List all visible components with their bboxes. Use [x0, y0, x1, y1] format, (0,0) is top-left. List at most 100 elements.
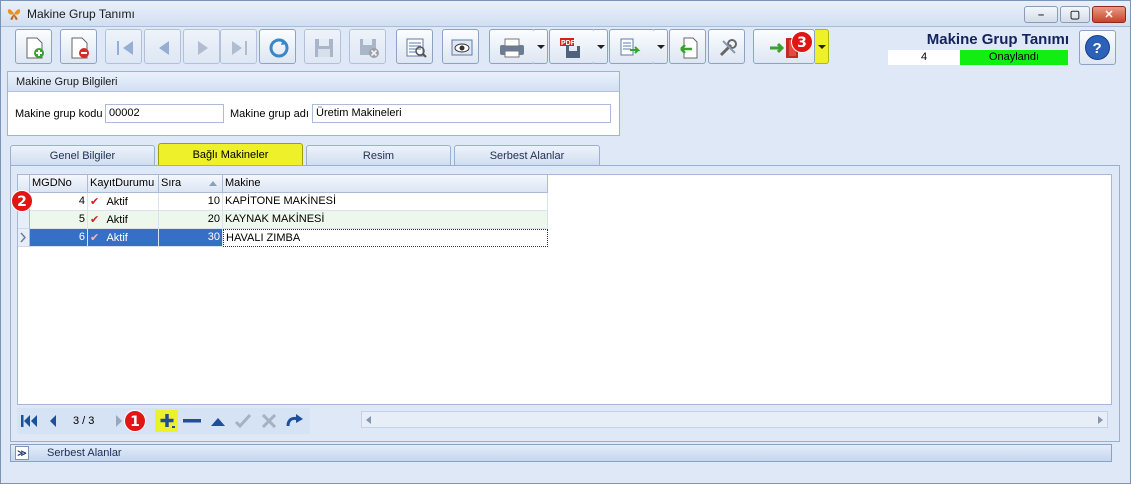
checkmark-icon: ✔	[90, 231, 100, 244]
machine-group-info-panel: Makine Grup Bilgileri Makine grup kodu 0…	[7, 71, 620, 136]
horizontal-scrollbar[interactable]	[361, 411, 1108, 428]
nav-post-button[interactable]	[233, 412, 253, 430]
tab-bagli-makineler[interactable]: Bağlı Makineler	[158, 143, 303, 167]
save-button[interactable]	[304, 29, 341, 64]
group-code-input[interactable]: 00002	[105, 104, 224, 123]
delete-document-icon	[71, 37, 89, 59]
cell-status-text: Aktif	[106, 196, 128, 208]
new-document-icon	[26, 37, 44, 59]
butterfly-icon	[7, 9, 21, 20]
new-record-button[interactable]	[15, 29, 52, 64]
next-record-button[interactable]	[183, 29, 220, 64]
tab-serbest-alanlar[interactable]: Serbest Alanlar	[454, 145, 600, 166]
x-icon	[262, 414, 276, 428]
cancel-save-button[interactable]	[349, 29, 386, 64]
page-indicator: 3 / 3	[73, 415, 95, 427]
serbest-alanlar-section[interactable]: ≫ Serbest Alanlar	[10, 444, 1112, 462]
nav-previous-button[interactable]	[43, 412, 63, 430]
pdf-icon: PDF	[560, 38, 580, 58]
minimize-button[interactable]: –	[1024, 6, 1058, 23]
cell-mgdno: 4	[30, 193, 88, 211]
callout-badge-3: 3	[791, 31, 813, 53]
preview-button[interactable]	[442, 29, 479, 64]
cell-status-text: Aktif	[106, 214, 128, 226]
delete-record-button[interactable]	[60, 29, 97, 64]
first-record-button[interactable]	[105, 29, 142, 64]
callout-badge-2: 2	[11, 190, 33, 212]
group-title: Makine Grup Bilgileri	[8, 72, 619, 92]
print-button[interactable]	[489, 29, 535, 64]
svg-text:PDF: PDF	[561, 40, 576, 47]
column-header-sira-label: Sıra	[161, 177, 182, 189]
tab-resim[interactable]: Resim	[306, 145, 451, 166]
previous-record-button[interactable]	[144, 29, 181, 64]
first-icon	[117, 41, 133, 55]
chevron-right-icon	[20, 232, 27, 243]
minus-icon	[183, 419, 201, 423]
cancel-save-icon	[360, 39, 379, 58]
expand-icon[interactable]: ≫	[15, 446, 29, 460]
maximize-button[interactable]: ▢	[1060, 6, 1090, 23]
scroll-left-icon[interactable]	[366, 416, 371, 424]
import-button[interactable]	[669, 29, 706, 64]
status-badge: Onaylandı	[960, 50, 1068, 65]
plus-icon	[160, 414, 175, 428]
tab-genel-bilgiler[interactable]: Genel Bilgiler	[10, 145, 155, 166]
preview-icon	[451, 39, 473, 56]
group-code-label: Makine grup kodu	[15, 108, 103, 120]
maximize-icon: ▢	[1069, 9, 1081, 21]
table-row[interactable]: 5 ✔ Aktif 20 KAYNAK MAKİNESİ	[18, 211, 548, 229]
table-row-selected[interactable]: 6 ✔ Aktif 30 HAVALI ZIMBA	[18, 229, 548, 247]
nav-add-button[interactable]	[155, 410, 178, 432]
cell-sira: 10	[159, 193, 223, 211]
svg-text:?: ?	[1093, 40, 1102, 57]
print-dropdown[interactable]	[534, 29, 548, 64]
nav-delete-button[interactable]	[182, 412, 202, 430]
help-icon: ?	[1085, 35, 1110, 60]
tools-icon	[719, 39, 737, 57]
report-button[interactable]	[396, 29, 433, 64]
table-row[interactable]: 4 ✔ Aktif 10 KAPİTONE MAKİNESİ	[18, 193, 548, 211]
tab-content-panel: MGDNo KayıtDurumu Sıra Makine 4 ✔ Aktif …	[10, 165, 1120, 442]
check-icon	[235, 414, 251, 428]
next-icon	[116, 415, 122, 427]
sort-ascending-icon	[209, 181, 217, 186]
previous-icon	[159, 41, 169, 55]
cell-sira: 20	[159, 211, 223, 229]
group-name-label: Makine grup adı	[230, 108, 309, 120]
first-icon	[21, 415, 37, 427]
close-button[interactable]: ✕	[1092, 6, 1126, 23]
row-indicator-current	[18, 229, 30, 247]
export-icon	[620, 38, 641, 56]
cell-status-text: Aktif	[106, 232, 128, 244]
last-icon	[232, 41, 247, 55]
column-header-mgdno[interactable]: MGDNo	[30, 175, 88, 193]
minimize-icon: –	[1037, 8, 1045, 21]
export-button[interactable]	[609, 29, 655, 64]
exit-dropdown[interactable]	[815, 29, 829, 64]
nav-cancel-button[interactable]	[259, 412, 279, 430]
nav-edit-button[interactable]	[208, 412, 228, 430]
last-record-button[interactable]	[220, 29, 257, 64]
nav-refresh-button[interactable]	[285, 412, 305, 430]
refresh-icon	[269, 38, 289, 58]
pdf-dropdown[interactable]	[594, 29, 608, 64]
row-indicator	[18, 211, 30, 229]
cell-status: ✔ Aktif	[88, 211, 159, 229]
column-header-kayitdurumu[interactable]: KayıtDurumu	[88, 175, 159, 193]
tools-button[interactable]	[708, 29, 745, 64]
export-dropdown[interactable]	[654, 29, 668, 64]
group-name-input[interactable]: Üretim Makineleri	[312, 104, 611, 123]
report-icon	[406, 38, 427, 58]
nav-first-button[interactable]	[19, 412, 39, 430]
pdf-export-button[interactable]: PDF	[549, 29, 595, 64]
grid-navigator: 3 / 3	[17, 406, 1112, 436]
machines-grid: MGDNo KayıtDurumu Sıra Makine 4 ✔ Aktif …	[17, 174, 1112, 405]
column-header-makine[interactable]: Makine	[223, 175, 548, 193]
column-header-sira[interactable]: Sıra	[159, 175, 223, 193]
refresh-button[interactable]	[259, 29, 296, 64]
cell-status: ✔ Aktif	[88, 193, 159, 211]
scroll-right-icon[interactable]	[1098, 416, 1103, 424]
help-button[interactable]: ?	[1079, 30, 1116, 65]
cell-makine-focused[interactable]: HAVALI ZIMBA	[223, 229, 548, 247]
